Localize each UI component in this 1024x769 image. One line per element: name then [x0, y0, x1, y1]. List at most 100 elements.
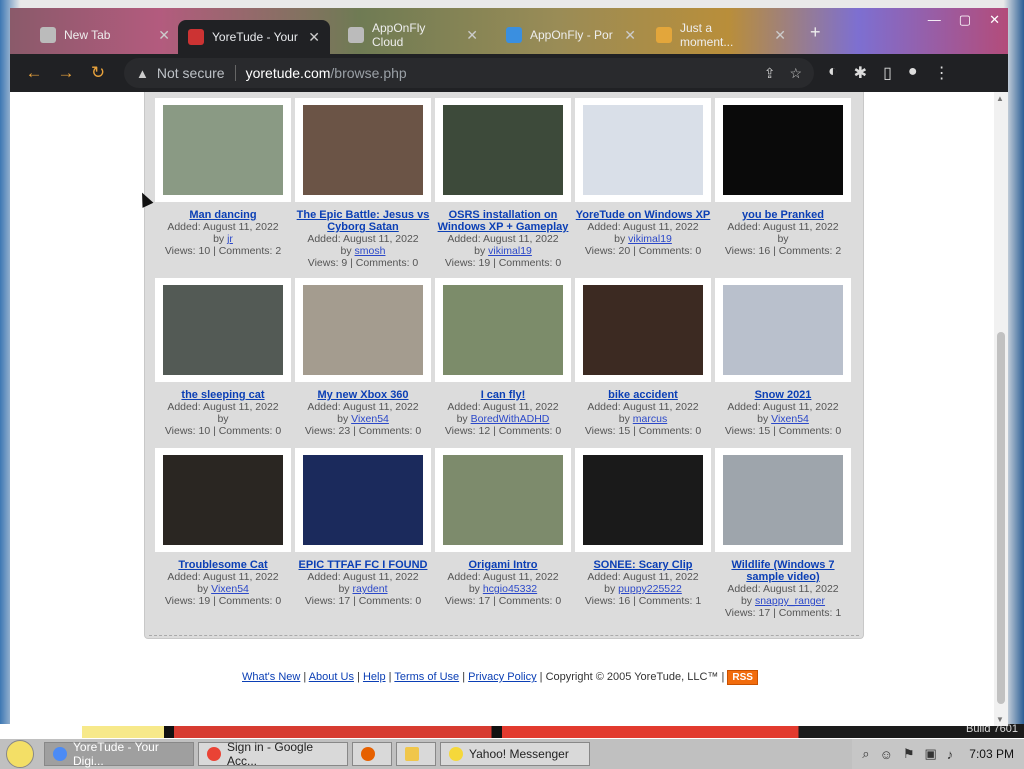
- forward-arrow-icon[interactable]: →: [50, 63, 82, 83]
- share-icon[interactable]: ⇪: [764, 65, 776, 82]
- folder-icon: [405, 747, 419, 761]
- close-icon[interactable]: ✕: [158, 27, 170, 44]
- uploader-link[interactable]: Vixen54: [351, 413, 389, 425]
- messenger-tray-icon[interactable]: ☺: [880, 747, 893, 762]
- footer-link-about-us[interactable]: About Us: [309, 671, 354, 683]
- uploader-link[interactable]: BoredWithADHD: [471, 413, 550, 425]
- video-thumbnail[interactable]: [435, 98, 571, 202]
- scroll-up-arrow-icon[interactable]: ▲: [996, 94, 1004, 103]
- video-thumbnail[interactable]: [715, 448, 851, 552]
- profile-avatar-icon[interactable]: ●: [908, 63, 918, 83]
- byline: by snappy_ranger: [713, 595, 853, 607]
- video-title-link[interactable]: the sleeping cat: [153, 389, 293, 401]
- footer-link-help[interactable]: Help: [363, 671, 386, 683]
- video-thumbnail[interactable]: [155, 278, 291, 382]
- search-magnifier-icon[interactable]: ⌕: [862, 746, 869, 762]
- video-thumbnail[interactable]: [575, 448, 711, 552]
- uploader-link[interactable]: smosh: [355, 245, 386, 257]
- video-title-link[interactable]: Troublesome Cat: [153, 559, 293, 571]
- view-comment-stats: Views: 10 | Comments: 2: [164, 245, 282, 257]
- taskbar-firefox[interactable]: [352, 742, 392, 766]
- video-title-link[interactable]: you be Pranked: [713, 209, 853, 221]
- view-comment-stats: Views: 20 | Comments: 0: [584, 245, 702, 257]
- tab-yoretude[interactable]: YoreTude - Your ✕: [178, 20, 330, 54]
- video-thumbnail[interactable]: [715, 98, 851, 202]
- network-icon[interactable]: ▣: [925, 746, 937, 762]
- video-title-link[interactable]: Man dancing: [153, 209, 293, 221]
- close-icon[interactable]: ✕: [774, 27, 786, 44]
- reload-icon[interactable]: ↻: [82, 63, 114, 83]
- video-thumbnail[interactable]: [155, 98, 291, 202]
- video-title-link[interactable]: My new Xbox 360: [293, 389, 433, 401]
- video-title-link[interactable]: I can fly!: [433, 389, 573, 401]
- clock[interactable]: 7:03 PM: [969, 747, 1014, 761]
- close-window-icon[interactable]: ✕: [989, 12, 1000, 28]
- video-thumbnail[interactable]: [435, 448, 571, 552]
- video-thumbnail[interactable]: [295, 98, 431, 202]
- video-thumbnail[interactable]: [575, 98, 711, 202]
- tab-apponfly-portal[interactable]: AppOnFly - Por ✕: [496, 18, 646, 52]
- video-title-link[interactable]: The Epic Battle: Jesus vs Cyborg Satan: [293, 209, 433, 233]
- video-thumbnail[interactable]: [715, 278, 851, 382]
- taskbar-yoretude[interactable]: YoreTude - Your Digi...: [44, 740, 194, 768]
- start-button[interactable]: [0, 739, 40, 769]
- uploader-link[interactable]: marcus: [633, 413, 667, 425]
- scroll-thumb[interactable]: [997, 332, 1005, 704]
- video-thumbnail[interactable]: [295, 278, 431, 382]
- close-icon[interactable]: ✕: [466, 27, 478, 44]
- tab-favicon: [40, 27, 56, 43]
- video-title-link[interactable]: OSRS installation on Windows XP + Gamepl…: [433, 209, 573, 233]
- page-scrollbar[interactable]: ▲ ▼: [994, 92, 1008, 726]
- bookmark-star-icon[interactable]: ☆: [789, 65, 802, 82]
- uploader-link[interactable]: snappy_ranger: [755, 595, 825, 607]
- video-title-link[interactable]: SONEE: Scary Clip: [573, 559, 713, 571]
- flag-icon[interactable]: ⚑: [903, 746, 915, 762]
- back-arrow-icon[interactable]: ←: [18, 63, 50, 83]
- tab-just-a-moment[interactable]: Just a moment... ✕: [646, 18, 796, 52]
- extensions-puzzle-icon[interactable]: ✱: [854, 63, 867, 83]
- video-thumbnail[interactable]: [435, 278, 571, 382]
- rss-button[interactable]: RSS: [727, 670, 758, 685]
- video-thumbnail[interactable]: [575, 278, 711, 382]
- tab-apponfly-cloud[interactable]: AppOnFly Cloud ✕: [338, 18, 488, 52]
- maximize-icon[interactable]: ▢: [959, 12, 971, 28]
- taskbar-explorer[interactable]: [396, 742, 436, 766]
- video-title-link[interactable]: YoreTude on Windows XP: [573, 209, 713, 221]
- uploader-link[interactable]: hcgio45332: [483, 583, 537, 595]
- uploader-link[interactable]: vikimal19: [488, 245, 532, 257]
- close-icon[interactable]: ✕: [308, 29, 320, 46]
- uploader-link[interactable]: raydent: [352, 583, 387, 595]
- video-title-link[interactable]: Snow 2021: [713, 389, 853, 401]
- by-label: by: [338, 583, 350, 595]
- sidebar-icon[interactable]: ▯: [883, 63, 892, 83]
- tab-new-tab[interactable]: New Tab ✕: [30, 18, 180, 52]
- uploader-link[interactable]: jr: [227, 233, 233, 245]
- uploader-link[interactable]: vikimal19: [628, 233, 672, 245]
- footer-link-terms[interactable]: Terms of Use: [394, 671, 459, 683]
- extension-flag-icon[interactable]: ◐: [828, 63, 838, 83]
- new-tab-plus-icon[interactable]: +: [810, 22, 821, 43]
- address-bar[interactable]: ▲ Not secure yoretude.com/browse.php ⇪ ☆: [124, 58, 814, 88]
- uploader-link[interactable]: puppy225522: [618, 583, 682, 595]
- menu-kebab-icon[interactable]: ⋮: [934, 63, 950, 83]
- minimize-icon[interactable]: —: [928, 12, 941, 28]
- uploader-link[interactable]: Vixen54: [771, 413, 809, 425]
- volume-muted-icon[interactable]: ♪: [947, 747, 954, 762]
- uploader-link[interactable]: Vixen54: [211, 583, 249, 595]
- scroll-down-arrow-icon[interactable]: ▼: [996, 715, 1004, 724]
- video-title-link[interactable]: Wildlife (Windows 7 sample video): [713, 559, 853, 583]
- thumbnail-image: [163, 105, 283, 195]
- by-label: by: [474, 245, 486, 257]
- url-path: /browse.php: [330, 65, 407, 81]
- video-thumbnail[interactable]: [155, 448, 291, 552]
- view-comment-stats: Views: 10 | Comments: 0: [164, 425, 282, 437]
- video-title-link[interactable]: Origami Intro: [433, 559, 573, 571]
- video-thumbnail[interactable]: [295, 448, 431, 552]
- close-icon[interactable]: ✕: [624, 27, 636, 44]
- taskbar-google-signin[interactable]: Sign in - Google Acc...: [198, 740, 348, 768]
- footer-link-whats-new[interactable]: What's New: [242, 671, 300, 683]
- footer-link-privacy[interactable]: Privacy Policy: [468, 671, 536, 683]
- taskbar-yahoo-messenger[interactable]: Yahoo! Messenger: [440, 742, 590, 766]
- video-title-link[interactable]: EPIC TTFAF FC I FOUND: [293, 559, 433, 571]
- video-title-link[interactable]: bike accident: [573, 389, 713, 401]
